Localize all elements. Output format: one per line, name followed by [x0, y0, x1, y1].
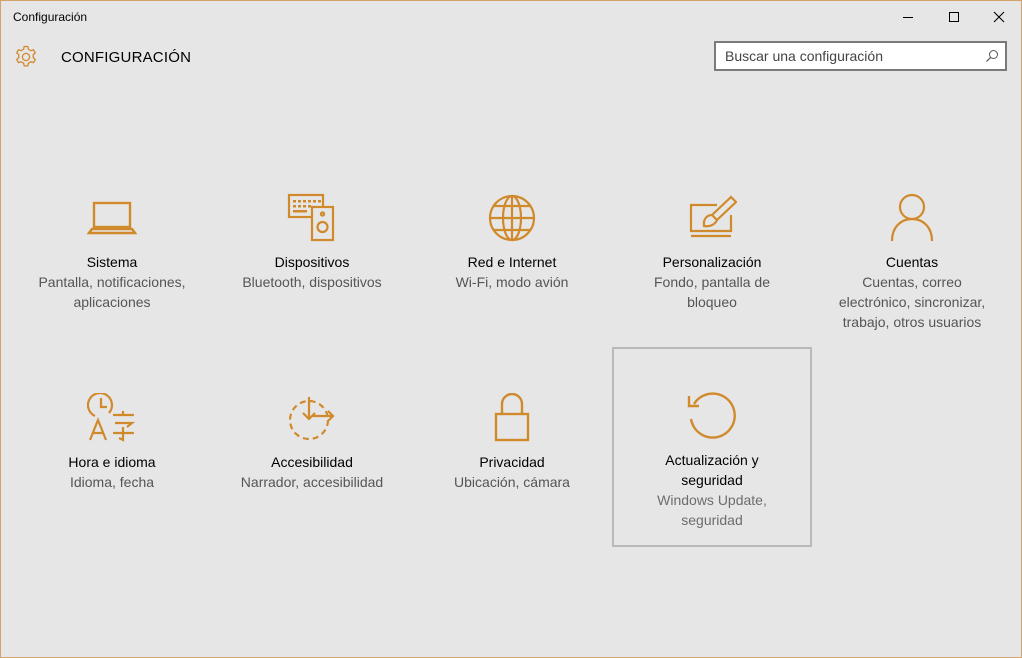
- tile-hora-idioma[interactable]: Hora e idioma Idioma, fecha: [13, 351, 211, 549]
- tile-description: seguridad: [681, 512, 743, 528]
- page-header: CONFIGURACIÓN: [1, 37, 1021, 79]
- time-language-icon: [87, 393, 136, 442]
- maximize-button[interactable]: [931, 1, 977, 32]
- close-button[interactable]: [976, 1, 1022, 32]
- tile-personalizacion[interactable]: Personalización Fondo, pantalla de bloqu…: [613, 151, 811, 349]
- update-icon: [687, 392, 736, 439]
- maximize-icon: [949, 11, 959, 22]
- tile-label: Sistema: [86, 254, 138, 270]
- tile-red-internet[interactable]: Red e Internet Wi-Fi, modo avión: [413, 151, 611, 349]
- tile-label: Red e Internet: [467, 254, 557, 270]
- tile-description: Pantalla, notificaciones,: [38, 274, 186, 290]
- gear-icon: [15, 45, 37, 67]
- tile-actualizacion-seguridad[interactable]: Actualización y seguridad Windows Update…: [612, 347, 812, 547]
- tile-label: Cuentas: [885, 254, 939, 270]
- tile-label: seguridad: [681, 472, 743, 488]
- tile-description: Fondo, pantalla de: [654, 274, 770, 290]
- window-title: Configuración: [13, 10, 88, 24]
- tile-label: Hora e idioma: [68, 454, 156, 470]
- tile-description: Bluetooth, dispositivos: [242, 274, 382, 290]
- search-icon[interactable]: [985, 49, 999, 63]
- accessibility-icon: [288, 397, 335, 441]
- tile-sistema[interactable]: Sistema Pantalla, notificaciones, aplica…: [13, 151, 211, 349]
- tile-description: bloqueo: [687, 294, 737, 310]
- minimize-icon: [903, 16, 913, 18]
- page-title: CONFIGURACIÓN: [61, 49, 192, 66]
- tile-cuentas[interactable]: Cuentas Cuentas, correo electrónico, sin…: [813, 151, 1011, 349]
- tile-description: Windows Update,: [657, 492, 767, 508]
- tile-label: Privacidad: [479, 454, 545, 470]
- tile-description: Wi-Fi, modo avión: [455, 274, 569, 290]
- search-box[interactable]: [714, 41, 1007, 71]
- tile-description: Ubicación, cámara: [454, 474, 570, 490]
- close-icon: [993, 11, 1005, 22]
- tile-privacidad[interactable]: Privacidad Ubicación, cámara: [413, 351, 611, 549]
- laptop-icon: [87, 201, 137, 235]
- minimize-button[interactable]: [885, 1, 931, 32]
- tile-accesibilidad[interactable]: Accesibilidad Narrador, accesibilidad: [213, 351, 411, 549]
- tile-label: Personalización: [662, 254, 762, 270]
- settings-window: Configuración CONFIGURACIÓN Buscar una c…: [0, 0, 1022, 658]
- title-bar[interactable]: Configuración: [1, 1, 1021, 32]
- tile-description: trabajo, otros usuarios: [842, 314, 982, 330]
- paintbrush-icon: [689, 195, 737, 238]
- tile-description: Narrador, accesibilidad: [240, 474, 384, 490]
- tile-label: Accesibilidad: [271, 454, 353, 470]
- tile-description: Idioma, fecha: [69, 474, 155, 490]
- lock-icon: [494, 393, 530, 442]
- tile-label: Dispositivos: [274, 254, 350, 270]
- tile-dispositivos[interactable]: Dispositivos Bluetooth, dispositivos: [213, 151, 411, 349]
- person-icon: [890, 193, 934, 242]
- search-input[interactable]: [725, 47, 975, 65]
- tile-description: aplicaciones: [73, 294, 151, 310]
- devices-icon: [287, 193, 335, 242]
- tile-description: electrónico, sincronizar,: [838, 294, 986, 310]
- tile-description: Cuentas, correo: [862, 274, 962, 290]
- tile-label: Actualización y: [665, 452, 759, 468]
- globe-icon: [488, 194, 536, 242]
